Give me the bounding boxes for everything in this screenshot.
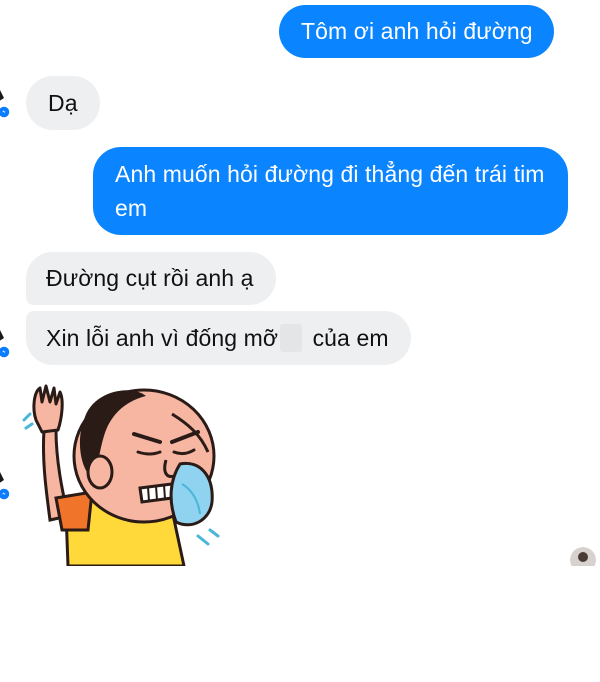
- contact-avatar-icon[interactable]: [0, 328, 14, 358]
- seen-avatar-icon: [570, 547, 596, 566]
- contact-avatar-icon[interactable]: [0, 470, 14, 500]
- crying-man-sticker-icon[interactable]: [22, 380, 222, 566]
- outgoing-message-bubble[interactable]: Tôm ơi anh hỏi đường: [279, 5, 554, 58]
- message-text: Tôm ơi anh hỏi đường: [301, 18, 533, 44]
- message-text: Đường cụt rồi anh ạ: [46, 265, 254, 291]
- chat-thread: Tôm ơi anh hỏi đường Dạ Anh muốn hỏi đườ…: [0, 0, 600, 566]
- contact-avatar-icon[interactable]: [0, 88, 14, 118]
- incoming-message-bubble[interactable]: Đường cụt rồi anh ạ: [26, 252, 276, 305]
- message-text: Xin lỗi anh vì đống mỡ: [46, 325, 279, 351]
- message-text: Dạ: [48, 90, 78, 116]
- incoming-message-bubble[interactable]: Xin lỗi anh vì đống mỡ của em: [26, 311, 411, 365]
- message-text: Anh muốn hỏi đường đi thẳng đến trái tim…: [115, 161, 545, 221]
- emoji-placeholder: [280, 324, 303, 352]
- outgoing-message-bubble[interactable]: Anh muốn hỏi đường đi thẳng đến trái tim…: [93, 147, 568, 235]
- incoming-message-bubble[interactable]: Dạ: [26, 76, 100, 130]
- message-text: của em: [306, 325, 389, 351]
